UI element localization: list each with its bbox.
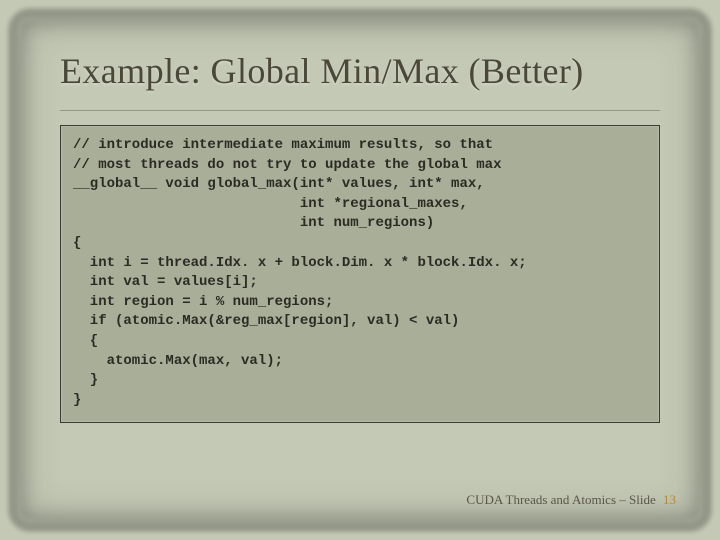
title-rule: [60, 110, 660, 111]
slide: Example: Global Min/Max (Better) // intr…: [0, 0, 720, 540]
content-area: Example: Global Min/Max (Better) // intr…: [60, 50, 660, 423]
code-box: // introduce intermediate maximum result…: [60, 125, 660, 423]
footer-text: CUDA Threads and Atomics – Slide: [466, 492, 655, 507]
footer-slide-number: 13: [663, 492, 676, 507]
slide-title: Example: Global Min/Max (Better): [60, 50, 660, 92]
slide-footer: CUDA Threads and Atomics – Slide 13: [466, 492, 676, 508]
code-block: // introduce intermediate maximum result…: [73, 136, 647, 410]
